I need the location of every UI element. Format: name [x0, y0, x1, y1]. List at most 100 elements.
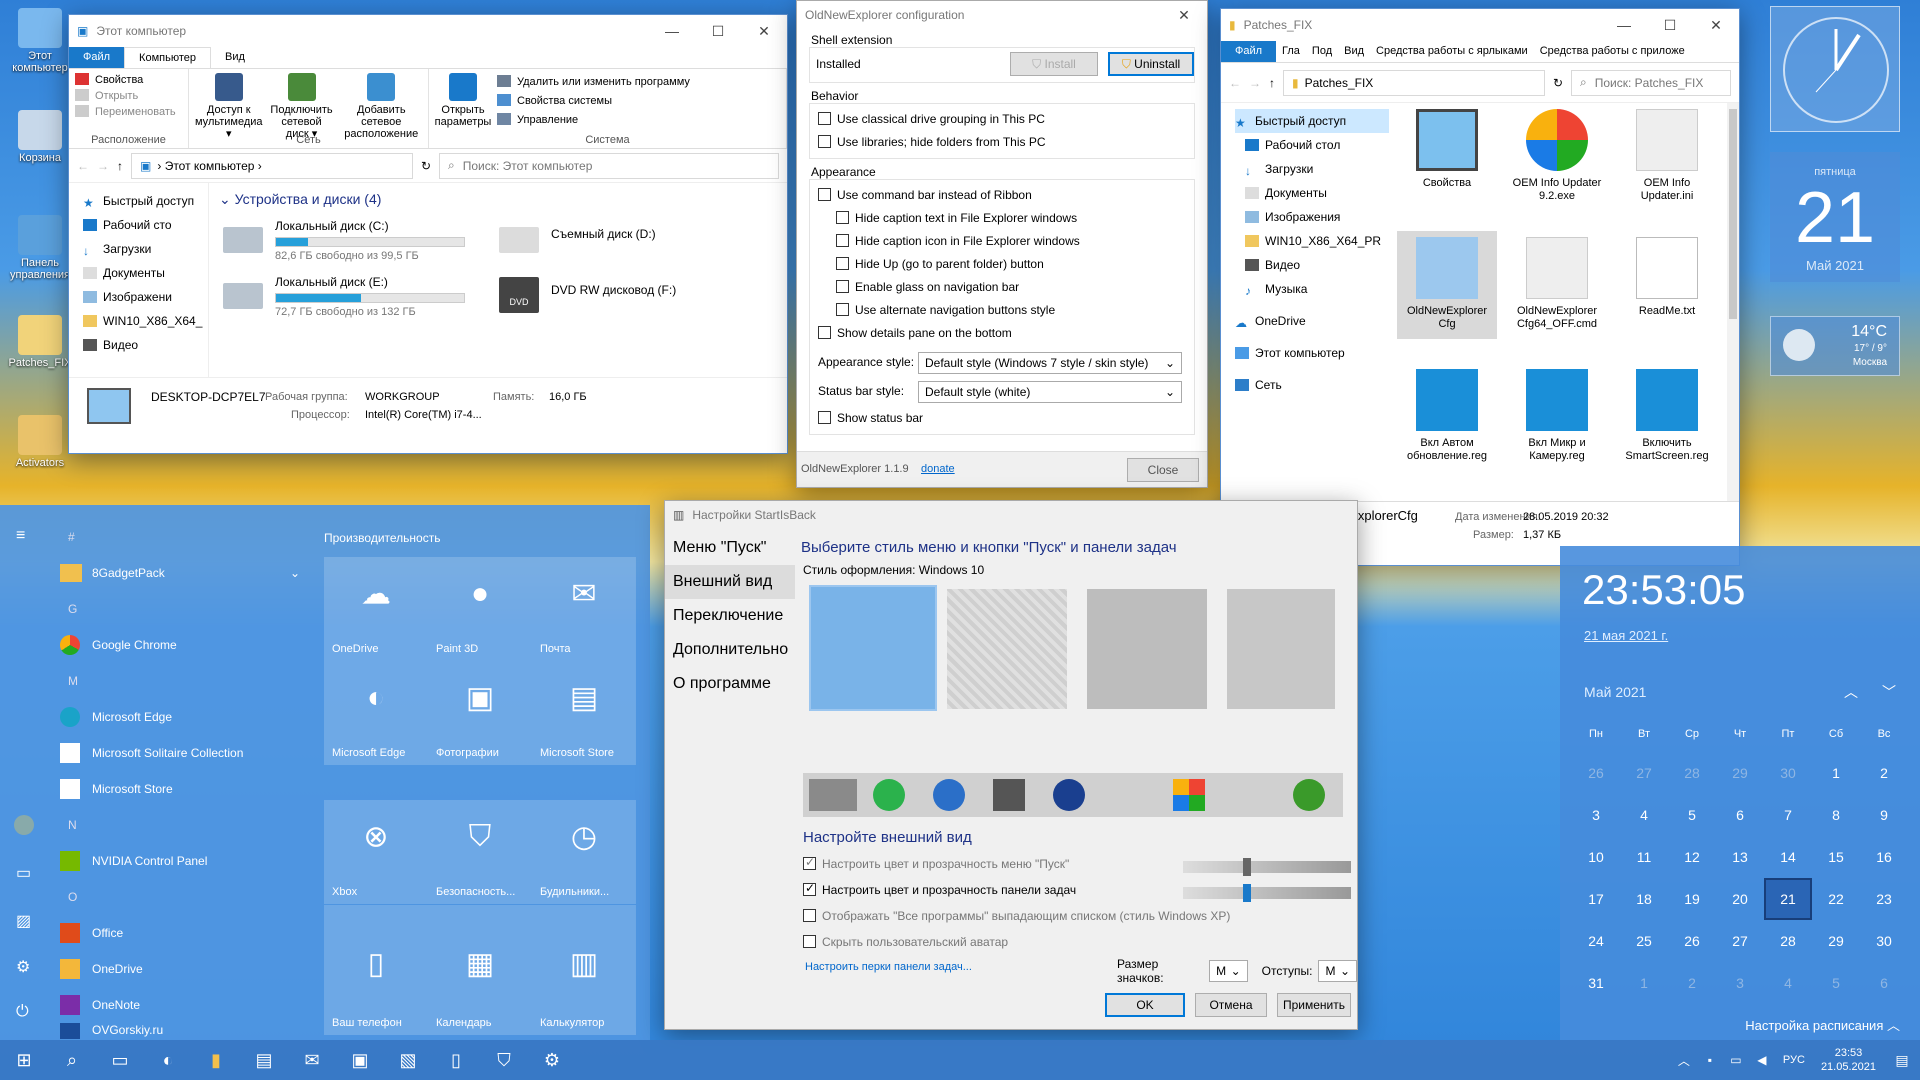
calendar-day[interactable]: 19	[1668, 878, 1716, 920]
calendar-day[interactable]: 25	[1620, 920, 1668, 962]
calendar-day[interactable]: 28	[1668, 752, 1716, 794]
appearance-option[interactable]: Hide Up (go to parent folder) button	[818, 253, 1186, 276]
start-button[interactable]: ⊞	[0, 1040, 48, 1080]
tile-your-phone[interactable]: ▯ Ваш телефон	[324, 905, 428, 1035]
calendar-day[interactable]: 20	[1716, 878, 1764, 920]
nav-item-videos[interactable]: Видео	[1235, 253, 1389, 277]
orb-win7-icon[interactable]	[933, 779, 965, 811]
this-pc-icon[interactable]: ▣	[336, 1040, 384, 1080]
checkbox[interactable]	[818, 135, 831, 148]
appearance-option[interactable]: Use alternate navigation buttons style	[818, 299, 1186, 322]
checkbox[interactable]	[818, 411, 831, 424]
calendar-day[interactable]: 13	[1716, 836, 1764, 878]
calendar-day[interactable]: 30	[1860, 920, 1908, 962]
nav-item-onedrive[interactable]: ☁ OneDrive	[1235, 309, 1389, 333]
nav-item-desktop[interactable]: Рабочий сто	[83, 213, 208, 237]
close-button[interactable]: ✕	[1161, 0, 1207, 31]
checkbox[interactable]	[836, 280, 849, 293]
calendar-day[interactable]: 3	[1572, 794, 1620, 836]
tab-file[interactable]: Файл	[69, 47, 125, 68]
calendar-day[interactable]: 16	[1860, 836, 1908, 878]
calendar-day[interactable]: 24	[1572, 920, 1620, 962]
checkbox[interactable]	[818, 326, 831, 339]
system-properties-button[interactable]: Свойства системы	[497, 94, 690, 107]
schedule-settings[interactable]: Настройка расписания ︿	[1745, 1015, 1900, 1034]
address-bar[interactable]: ▣ › Этот компьютер ›	[131, 152, 413, 179]
address-bar[interactable]: ▮ Patches_FIX	[1283, 69, 1545, 96]
language-indicator[interactable]: РУС	[1775, 1054, 1813, 1066]
shield-icon[interactable]: ⛉	[480, 1040, 528, 1080]
checkbox[interactable]	[818, 188, 831, 201]
calendar-day[interactable]: 6	[1716, 794, 1764, 836]
appearance-option[interactable]: Show details pane on the bottom	[818, 322, 1186, 345]
checkbox[interactable]	[818, 112, 831, 125]
menu-start-menu[interactable]: Меню "Пуск"	[665, 531, 795, 565]
calendar-day[interactable]: 30	[1764, 752, 1812, 794]
back-icon[interactable]: ←	[1229, 76, 1241, 90]
calendar-day[interactable]: 10	[1572, 836, 1620, 878]
settings-icon[interactable]: ⚙	[16, 957, 30, 977]
app-item[interactable]: OneNote	[60, 987, 310, 1023]
windows-logo-icon[interactable]	[809, 779, 857, 811]
orb-dark-icon[interactable]	[993, 779, 1025, 811]
menu-appearance[interactable]: Внешний вид	[665, 565, 795, 599]
install-button[interactable]: ⛉ Install	[1010, 52, 1098, 76]
calendar-day[interactable]: 5	[1812, 962, 1860, 1004]
documents-icon[interactable]: ▭	[16, 863, 31, 883]
calendar-day[interactable]: 3	[1716, 962, 1764, 1004]
nav-item-pictures[interactable]: Изображени	[83, 285, 208, 309]
calendar-day[interactable]: 6	[1860, 962, 1908, 1004]
menu-switching[interactable]: Переключение	[665, 599, 795, 633]
nvidia-tray-icon[interactable]: ▪	[1697, 1040, 1723, 1080]
file-item[interactable]: Вкл Автом обновление.reg	[1397, 369, 1497, 463]
calendar-day[interactable]: 27	[1620, 752, 1668, 794]
nav-item-this-pc[interactable]: Этот компьютер	[1235, 341, 1389, 365]
close-button[interactable]: ✕	[741, 15, 787, 47]
letter-header[interactable]: G	[60, 591, 310, 627]
orb-blue-icon[interactable]	[1053, 779, 1085, 811]
calendar-day[interactable]: 23	[1860, 878, 1908, 920]
letter-header[interactable]: M	[60, 663, 310, 699]
calendar-day[interactable]: 4	[1764, 962, 1812, 1004]
behavior-option[interactable]: Use libraries; hide folders from This PC	[818, 131, 1186, 154]
tab-app-tools[interactable]: Средства работы с приложе	[1534, 41, 1691, 62]
style-preview-2[interactable]	[947, 589, 1067, 709]
menu-advanced[interactable]: Дополнительно	[665, 633, 795, 667]
calendar-day[interactable]: 4	[1620, 794, 1668, 836]
calendar-day[interactable]: 31	[1572, 962, 1620, 1004]
appearance-option[interactable]: Hide caption icon in File Explorer windo…	[818, 230, 1186, 253]
calendar-day[interactable]: 7	[1764, 794, 1812, 836]
calendar-day[interactable]: 28	[1764, 920, 1812, 962]
search-input[interactable]: ⌕ Поиск: Patches_FIX	[1571, 69, 1731, 96]
network-tray-icon[interactable]: ▭	[1723, 1040, 1749, 1080]
nav-item-documents[interactable]: Документы	[1235, 181, 1389, 205]
nav-item-music[interactable]: ♪ Музыка	[1235, 277, 1389, 301]
notepad-icon[interactable]: ▯	[432, 1040, 480, 1080]
scrollbar[interactable]	[1727, 103, 1739, 501]
nav-item-downloads[interactable]: ↓ Загрузки	[83, 237, 208, 261]
icon-size-select[interactable]: M ⌄	[1209, 960, 1248, 982]
tray-clock[interactable]: 23:53 21.05.2021	[1813, 1046, 1884, 1074]
app-item[interactable]: OneDrive	[60, 951, 310, 987]
appearance-style-select[interactable]: Default style (Windows 7 style / skin st…	[918, 351, 1182, 374]
drive-f[interactable]: DVD DVD RW дисковод (F:)	[499, 275, 759, 319]
refresh-icon[interactable]: ↻	[421, 159, 431, 173]
tile-store[interactable]: ▤ Microsoft Store	[532, 661, 636, 765]
minimize-button[interactable]: —	[1601, 9, 1647, 41]
nav-item-downloads[interactable]: ↓ Загрузки	[1235, 157, 1389, 181]
tile-alarms[interactable]: ◷ Будильники...	[532, 800, 636, 904]
file-item[interactable]: ReadMe.txt	[1617, 237, 1717, 318]
nav-item-win10-folder[interactable]: WIN10_X86_X64_PR	[1235, 229, 1389, 253]
tile-xbox[interactable]: ⊗ Xbox	[324, 800, 428, 904]
tile-mail[interactable]: ✉ Почта	[532, 557, 636, 661]
tile-security[interactable]: ⛉ Безопасность...	[428, 800, 532, 904]
tab-shortcut-tools[interactable]: Средства работы с ярлыками	[1370, 41, 1534, 62]
style-preview-win10[interactable]	[809, 585, 937, 711]
calendar-day[interactable]: 2	[1668, 962, 1716, 1004]
appearance-option[interactable]: Enable glass on navigation bar	[818, 276, 1186, 299]
control-panel-icon[interactable]: ▧	[384, 1040, 432, 1080]
file-item[interactable]: Вкл Микр и Камеру.reg	[1507, 369, 1607, 463]
start-menu-transparency-slider[interactable]	[1183, 858, 1351, 876]
app-item[interactable]: Google Chrome	[60, 627, 310, 663]
padding-select[interactable]: M ⌄	[1318, 960, 1358, 982]
